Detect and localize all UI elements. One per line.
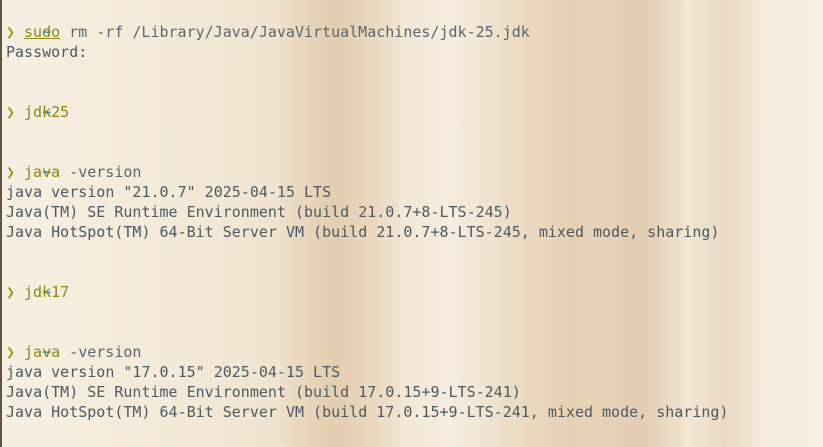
output-line: Password: [6, 43, 88, 61]
command-line: ❯ sudo rm -rf /Library/Java/JavaVirtualMa… [6, 22, 823, 42]
prompt-arrow-icon: ❯ [6, 23, 16, 41]
prompt-directory-line: ~ [6, 142, 823, 181]
output-line: Java(TM) SE Runtime Environment (build 1… [6, 383, 521, 401]
output-line: java version "21.0.7" 2025-04-15 LTS [6, 183, 332, 201]
command-name: sudo [24, 23, 61, 41]
command-arguments: rm -rf /Library/Java/JavaVirtualMachines… [60, 23, 530, 41]
prompt-arrow-icon: ❯ [6, 343, 16, 361]
output-line: java version "17.0.15" 2025-04-15 LTS [6, 363, 341, 381]
command-line: ❯ java -version [6, 342, 823, 362]
prompt-arrow-icon: ❯ [6, 103, 16, 121]
command-name: jdk17 [24, 283, 70, 301]
terminal-left-edge [0, 0, 2, 447]
command-line: ❯ java -version [6, 162, 823, 182]
prompt-arrow-icon: ❯ [6, 163, 16, 181]
command-arguments: -version [60, 163, 142, 181]
output-line: Java(TM) SE Runtime Environment (build 2… [6, 203, 512, 221]
output-line: Java HotSpot(TM) 64-Bit Server VM (build… [6, 223, 720, 241]
prompt-directory-line: ~ [6, 262, 823, 301]
prompt-directory-line: ~ [6, 2, 823, 41]
terminal-output[interactable]: ~ ❯ sudo rm -rf /Library/Java/JavaVirtual… [6, 2, 823, 447]
command-arguments: -version [60, 343, 142, 361]
command-line: ❯ jdk25 [6, 102, 823, 122]
command-name: java [24, 343, 61, 361]
output-line: Java HotSpot(TM) 64-Bit Server VM (build… [6, 403, 729, 421]
prompt-directory-line: ~ [6, 322, 823, 361]
command-name: java [24, 163, 61, 181]
command-name: jdk25 [24, 103, 70, 121]
prompt-directory-line: ~ [6, 82, 823, 121]
prompt-arrow-icon: ❯ [6, 283, 16, 301]
command-line: ❯ jdk17 [6, 282, 823, 302]
